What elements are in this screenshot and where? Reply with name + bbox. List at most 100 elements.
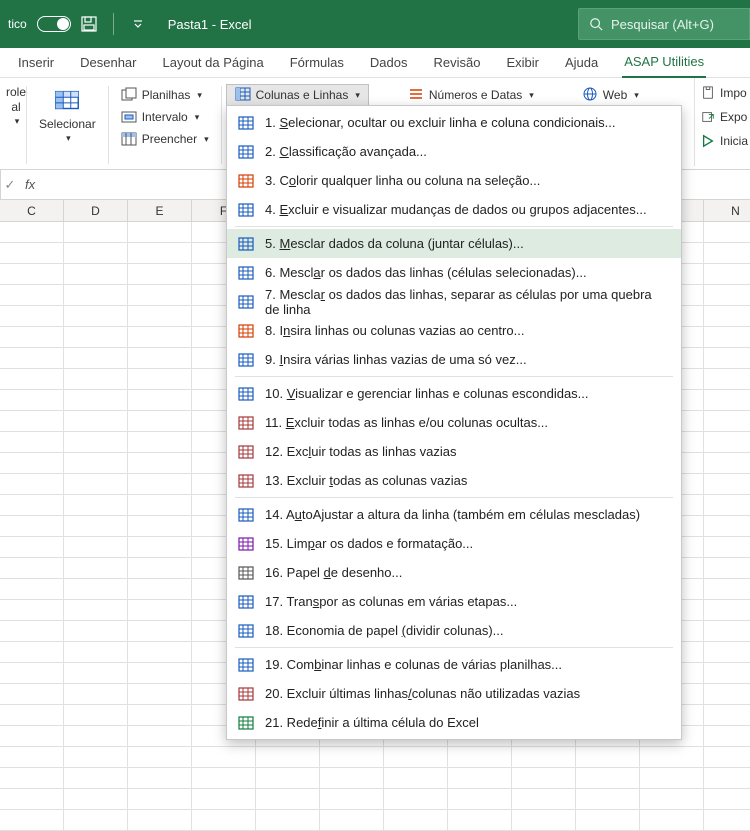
cell[interactable] [256,747,320,768]
cell[interactable] [64,621,128,642]
cell[interactable] [448,810,512,831]
cell[interactable] [640,789,704,810]
cell[interactable] [0,432,64,453]
cell[interactable] [64,285,128,306]
cell[interactable] [192,789,256,810]
cell[interactable] [128,537,192,558]
save-icon[interactable] [81,16,97,32]
cell[interactable] [128,411,192,432]
cell[interactable] [128,705,192,726]
cell[interactable] [704,264,750,285]
cell[interactable] [0,327,64,348]
cell[interactable] [704,453,750,474]
cell[interactable] [64,432,128,453]
cell[interactable] [64,516,128,537]
web-dropdown[interactable]: Web▾ [573,84,648,106]
menu-item-8[interactable]: 8. Insira linhas ou colunas vazias ao ce… [227,316,681,345]
cell[interactable] [64,390,128,411]
cell[interactable] [704,411,750,432]
cell[interactable] [384,789,448,810]
cell[interactable] [0,663,64,684]
menu-item-1[interactable]: 1. Selecionar, ocultar ou excluir linha … [227,108,681,137]
cell[interactable] [448,747,512,768]
cell[interactable] [0,537,64,558]
cell[interactable] [0,705,64,726]
menu-item-6[interactable]: 6. Mesclar os dados das linhas (células … [227,258,681,287]
cell[interactable] [64,453,128,474]
cell[interactable] [0,474,64,495]
cell[interactable] [64,306,128,327]
cell[interactable] [704,579,750,600]
cell[interactable] [128,642,192,663]
cell[interactable] [0,264,64,285]
menu-item-14[interactable]: 14. AutoAjustar a altura da linha (també… [227,500,681,529]
cell[interactable] [704,663,750,684]
menu-item-19[interactable]: 19. Combinar linhas e colunas de várias … [227,650,681,679]
tab-layout[interactable]: Layout da Página [161,48,266,78]
cell[interactable] [64,348,128,369]
cell[interactable] [704,558,750,579]
cell[interactable] [64,663,128,684]
tab-ajuda[interactable]: Ajuda [563,48,600,78]
cell[interactable] [640,747,704,768]
cell[interactable] [0,285,64,306]
cell[interactable] [128,789,192,810]
tab-exibir[interactable]: Exibir [504,48,541,78]
cell[interactable] [576,789,640,810]
cell[interactable] [512,789,576,810]
cell[interactable] [128,495,192,516]
numeros-datas-dropdown[interactable]: Números e Datas▾ [399,84,543,106]
cell[interactable] [576,810,640,831]
cell[interactable] [512,768,576,789]
cell[interactable] [0,579,64,600]
cell[interactable] [0,768,64,789]
cell[interactable] [64,222,128,243]
importar-button[interactable]: Impo [697,82,748,104]
cell[interactable] [320,747,384,768]
cell[interactable] [0,747,64,768]
cell[interactable] [0,642,64,663]
cell[interactable] [320,789,384,810]
cell[interactable] [0,390,64,411]
column-header[interactable]: E [128,200,192,221]
cell[interactable] [128,558,192,579]
cell[interactable] [128,516,192,537]
cell[interactable] [512,810,576,831]
autosave-toggle[interactable] [37,16,71,32]
cell[interactable] [704,390,750,411]
cell[interactable] [64,789,128,810]
cell[interactable] [128,222,192,243]
cell[interactable] [704,369,750,390]
cell[interactable] [256,768,320,789]
cell[interactable] [320,768,384,789]
search-box[interactable]: Pesquisar (Alt+G) [578,8,750,40]
cell[interactable] [704,642,750,663]
tab-inserir[interactable]: Inserir [16,48,56,78]
cell[interactable] [128,432,192,453]
cell[interactable] [448,789,512,810]
cell[interactable] [0,243,64,264]
menu-item-15[interactable]: 15. Limpar os dados e formatação... [227,529,681,558]
cell[interactable] [0,516,64,537]
cell[interactable] [64,810,128,831]
cell[interactable] [128,348,192,369]
cell[interactable] [0,222,64,243]
cell[interactable] [64,495,128,516]
tab-dados[interactable]: Dados [368,48,410,78]
cell[interactable] [384,747,448,768]
cell[interactable] [704,474,750,495]
menu-item-7[interactable]: 7. Mesclar os dados das linhas, separar … [227,287,681,316]
cell[interactable] [128,453,192,474]
menu-item-2[interactable]: 2. Classificação avançada... [227,137,681,166]
cell[interactable] [256,810,320,831]
cell[interactable] [0,369,64,390]
cell[interactable] [320,810,384,831]
cell[interactable] [512,747,576,768]
cell[interactable] [0,348,64,369]
cell[interactable] [704,222,750,243]
menu-item-12[interactable]: 12. Excluir todas as linhas vazias [227,437,681,466]
menu-item-18[interactable]: 18. Economia de papel (dividir colunas).… [227,616,681,645]
cell[interactable] [704,306,750,327]
cell[interactable] [128,285,192,306]
cell[interactable] [128,390,192,411]
